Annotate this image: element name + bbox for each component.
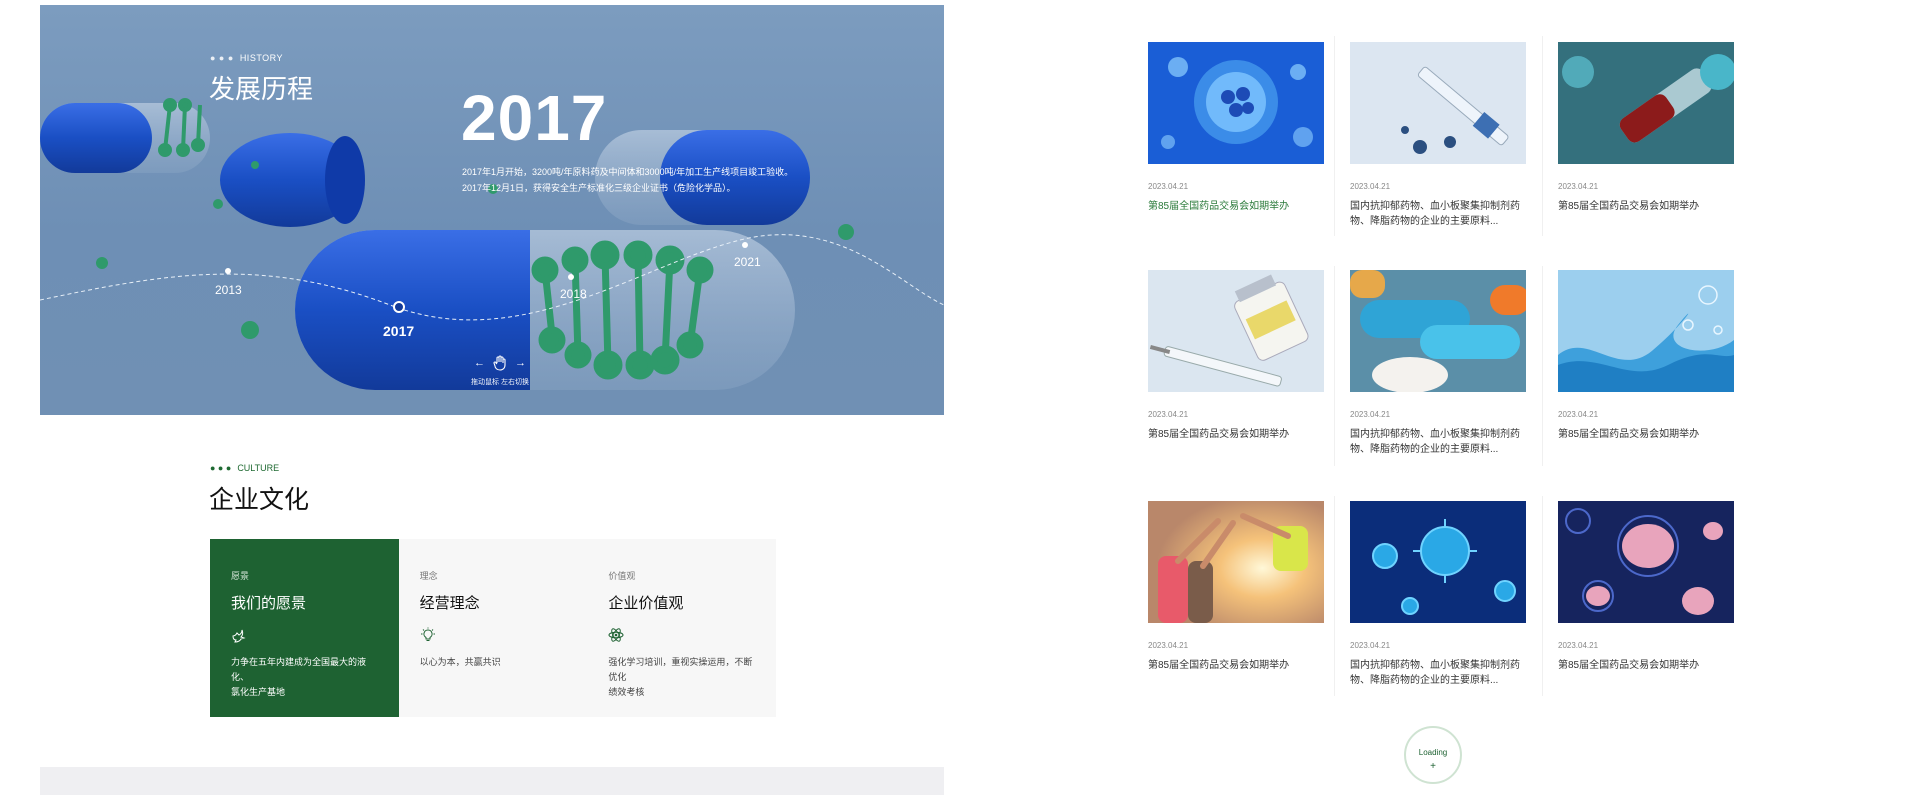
- dots-icon: ● ● ●: [210, 463, 232, 473]
- news-date: 2023.04.21: [1558, 410, 1599, 419]
- news-item[interactable]: 2023.04.21 第85届全国药品交易会如期举办: [1558, 42, 1734, 214]
- news-title[interactable]: 第85届全国药品交易会如期举办: [1148, 427, 1324, 442]
- news-title[interactable]: 第85届全国药品交易会如期举办: [1558, 199, 1734, 214]
- grid-divider: [1542, 496, 1543, 696]
- news-date: 2023.04.21: [1148, 410, 1189, 419]
- grid-divider: [1334, 36, 1335, 236]
- history-eyebrow: ● ● ● HISTORY: [210, 53, 283, 63]
- grid-divider: [1542, 266, 1543, 466]
- arrow-right-icon[interactable]: →: [515, 357, 526, 369]
- news-date: 2023.04.21: [1558, 641, 1599, 650]
- news-item[interactable]: 2023.04.21 第85届全国药品交易会如期举办: [1148, 501, 1324, 673]
- card-small-label: 愿景: [231, 571, 250, 581]
- news-title[interactable]: 第85届全国药品交易会如期举办: [1558, 427, 1734, 442]
- news-title[interactable]: 第85届全国药品交易会如期举办: [1148, 658, 1324, 673]
- timeline-label-2013[interactable]: 2013: [215, 283, 242, 297]
- culture-eyebrow: ● ● ● CULTURE: [210, 463, 280, 473]
- cells-pink-image[interactable]: [1558, 501, 1734, 623]
- lightbulb-icon: [420, 627, 435, 641]
- news-date: 2023.04.21: [1350, 182, 1391, 191]
- card-small-label: 价值观: [608, 571, 636, 581]
- culture-title: 企业文化: [209, 486, 310, 514]
- timeline-label-2021[interactable]: 2021: [734, 255, 761, 269]
- history-title: 发展历程: [209, 74, 314, 104]
- news-title[interactable]: 国内抗抑郁药物、血小板聚集抑制剂药 物、降脂药物的企业的主要原料...: [1350, 658, 1526, 688]
- news-item[interactable]: 2023.04.21 国内抗抑郁药物、血小板聚集抑制剂药 物、降脂药物的企业的主…: [1350, 42, 1526, 229]
- arrow-left-icon[interactable]: ←: [474, 357, 485, 369]
- news-item[interactable]: 2023.04.21 第85届全国药品交易会如期举办: [1148, 270, 1324, 442]
- news-title[interactable]: 第85届全国药品交易会如期举办: [1558, 658, 1734, 673]
- news-date: 2023.04.21: [1350, 410, 1391, 419]
- atom-icon: [608, 628, 624, 642]
- news-item[interactable]: 2023.04.21 第85届全国药品交易会如期举办: [1558, 270, 1734, 442]
- dove-icon: [232, 629, 246, 643]
- history-description: 2017年1月开始，3200吨/年原料药及中间体和3000吨/年加工生产线项目竣…: [462, 167, 794, 193]
- water-splash-image[interactable]: [1558, 270, 1734, 392]
- capsule-illustration: [40, 98, 944, 390]
- news-date: 2023.04.21: [1350, 641, 1391, 650]
- news-title[interactable]: 第85届全国药品交易会如期举办: [1148, 199, 1324, 214]
- card-text: 强化学习培训，重视实操运用，不断优化 绩效考核: [608, 657, 753, 697]
- news-title[interactable]: 国内抗抑郁药物、血小板聚集抑制剂药 物、降脂药物的企业的主要原料...: [1350, 427, 1526, 457]
- culture-card-vision[interactable]: 愿景 我们的愿景 力争在五年内建成为全国最大的液化、 氯化生产基地: [210, 539, 399, 717]
- vial-syringe-image[interactable]: [1148, 270, 1324, 392]
- card-text: 以心为本，共赢共识: [419, 657, 501, 667]
- news-date: 2023.04.21: [1558, 182, 1599, 191]
- card-heading: 我们的愿景: [231, 595, 307, 612]
- news-item[interactable]: 2023.04.21 国内抗抑郁药物、血小板聚集抑制剂药 物、降脂药物的企业的主…: [1350, 501, 1526, 688]
- hand-drag-icon: [493, 355, 506, 371]
- culture-cards: 愿景 我们的愿景 力争在五年内建成为全国最大的液化、 氯化生产基地 理念 经营理…: [210, 539, 776, 717]
- news-title[interactable]: 国内抗抑郁药物、血小板聚集抑制剂药 物、降脂药物的企业的主要原料...: [1350, 199, 1526, 229]
- history-year: 2017: [461, 82, 608, 154]
- footer-strip: [40, 767, 944, 795]
- timeline-drag-control[interactable]: ← → 拖动鼠标 左右切换: [465, 355, 535, 387]
- card-heading: 企业价值观: [608, 595, 684, 612]
- dots-icon: ● ● ●: [210, 53, 234, 63]
- culture-card-values[interactable]: 价值观 企业价值观 强化学习培训，重视实操运用，不断优化 绩效考核: [587, 539, 776, 717]
- news-item[interactable]: 2023.04.21 国内抗抑郁药物、血小板聚集抑制剂药 物、降脂药物的企业的主…: [1350, 270, 1526, 457]
- virus-blue-image[interactable]: [1350, 501, 1526, 623]
- news-item[interactable]: 2023.04.21 第85届全国药品交易会如期举办: [1558, 501, 1734, 673]
- load-more-button[interactable]: Loading +: [1404, 726, 1462, 784]
- grid-divider: [1542, 36, 1543, 236]
- loading-label: Loading: [1418, 748, 1448, 757]
- grid-divider: [1334, 266, 1335, 466]
- news-date: 2023.04.21: [1148, 641, 1189, 650]
- drag-caption: 拖动鼠标 左右切换: [471, 379, 529, 386]
- grid-divider: [1334, 496, 1335, 696]
- lab-tube-image[interactable]: [1558, 42, 1734, 164]
- syringe-virus-image[interactable]: [1350, 42, 1526, 164]
- cell-embryo-image[interactable]: [1148, 42, 1324, 164]
- timeline-label-2017[interactable]: 2017: [383, 323, 414, 339]
- news-item[interactable]: 2023.04.21 第85届全国药品交易会如期举办: [1148, 42, 1324, 214]
- timeline-label-2018[interactable]: 2018: [560, 287, 587, 301]
- news-date: 2023.04.21: [1148, 182, 1189, 191]
- history-banner: ● ● ● HISTORY 发展历程 2017 2017年1月开始，3200吨/年…: [40, 5, 944, 415]
- pills-image[interactable]: [1350, 270, 1526, 392]
- plus-icon: +: [1430, 761, 1436, 772]
- card-small-label: 理念: [419, 571, 438, 581]
- card-text: 力争在五年内建成为全国最大的液化、 氯化生产基地: [231, 657, 367, 697]
- card-heading: 经营理念: [419, 595, 480, 612]
- team-hands-image[interactable]: [1148, 501, 1324, 623]
- culture-card-philosophy[interactable]: 理念 经营理念 以心为本，共赢共识: [399, 539, 588, 717]
